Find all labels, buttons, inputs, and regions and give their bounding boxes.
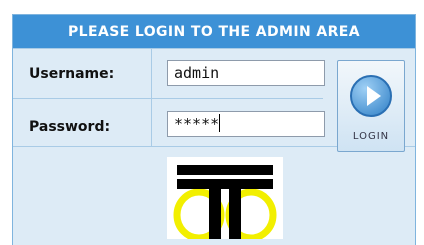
username-field[interactable]: admin — [167, 60, 325, 86]
login-header: PLEASE LOGIN TO THE ADMIN AREA — [13, 15, 415, 48]
username-value: admin — [174, 64, 220, 82]
text-cursor — [219, 114, 221, 132]
login-button-label: LOGIN — [352, 131, 390, 142]
password-field[interactable]: ***** — [167, 111, 325, 137]
login-button[interactable]: LOGIN — [337, 60, 405, 152]
login-panel: PLEASE LOGIN TO THE ADMIN AREA Username:… — [12, 14, 416, 245]
divider — [13, 98, 323, 99]
username-label: Username: — [29, 66, 115, 82]
password-label: Password: — [29, 119, 111, 135]
t-logo-icon — [167, 157, 283, 242]
password-value: ***** — [174, 115, 220, 133]
column-divider — [151, 48, 152, 146]
divider — [13, 48, 415, 49]
arrow-right-icon — [350, 75, 392, 117]
